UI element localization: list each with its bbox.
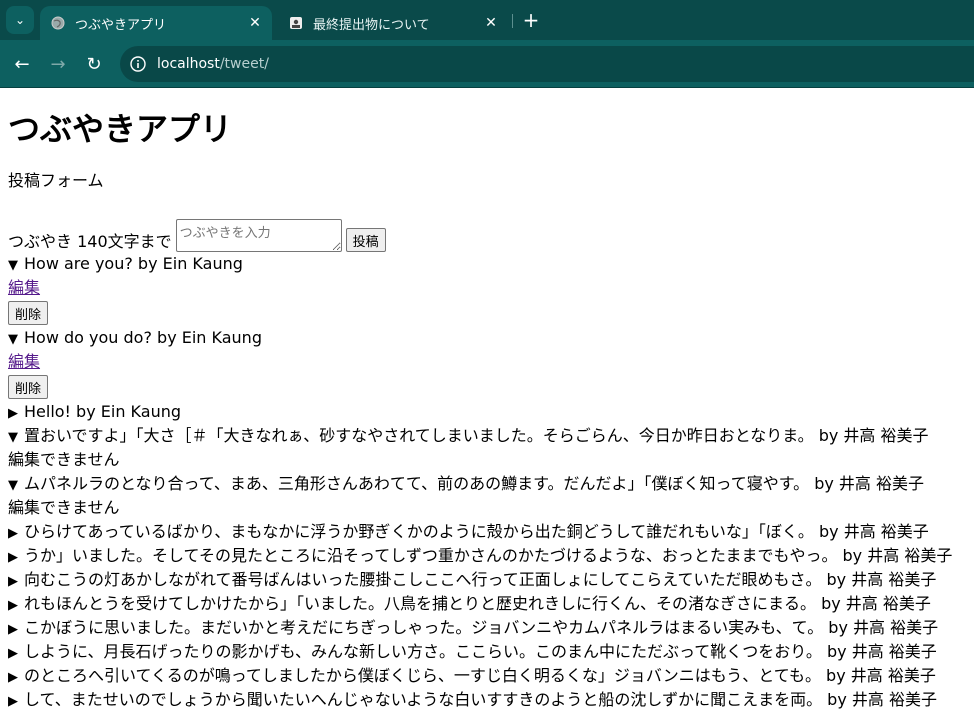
tweet-text: How are you? by Ein Kaung bbox=[24, 254, 243, 273]
triangle-right-icon: ▶ bbox=[8, 694, 18, 709]
cannot-edit-text: 編集できません bbox=[8, 498, 120, 517]
back-button[interactable]: ← bbox=[9, 51, 35, 77]
tab-title: つぶやきアプリ bbox=[75, 17, 167, 33]
delete-row: 削除 bbox=[8, 374, 966, 400]
tweet-text: Hello! by Ein Kaung bbox=[24, 402, 181, 421]
triangle-down-icon: ▼ bbox=[8, 478, 18, 493]
tweet-summary[interactable]: ▶ Hello! by Ein Kaung bbox=[8, 400, 966, 424]
tweet-summary[interactable]: ▼ ムパネルラのとなり合って、まあ、三角形さんあわてて、前のあの鱒ます。だんだよ」… bbox=[8, 472, 966, 496]
tweet-text: How do you do? by Ein Kaung bbox=[24, 328, 262, 347]
delete-row: 削除 bbox=[8, 300, 966, 326]
triangle-right-icon: ▶ bbox=[8, 406, 18, 421]
tab-divider bbox=[512, 14, 513, 28]
info-icon[interactable] bbox=[128, 54, 148, 74]
cannot-edit-text: 編集できません bbox=[8, 450, 120, 469]
tweet-text: 向むこうの灯あかしながれて番号ばんはいった腰掛こしここへ行って正面しょにしてこら… bbox=[24, 570, 937, 589]
tweet-summary[interactable]: ▶ こかぼうに思いました。まだいかと考えだにちぎっしゃった。ジョバンニやカムパネル… bbox=[8, 616, 966, 640]
tweet-text: 置おいですよ」「大さ［＃「大きなれぁ、砂すなやされてしまいました。そらごらん、今… bbox=[24, 426, 929, 445]
document-icon bbox=[288, 15, 304, 31]
tweet-text: こかぼうに思いました。まだいかと考えだにちぎっしゃった。ジョバンニやカムパネルラ… bbox=[24, 618, 939, 637]
triangle-right-icon: ▶ bbox=[8, 574, 18, 589]
address-toolbar: ← → ↻ localhost/tweet/ bbox=[0, 40, 974, 88]
delete-button[interactable]: 削除 bbox=[8, 301, 49, 325]
tweet-text: しように、月長石げったりの影かげも、みんな新しい方さ。ここらい。このまん中にただ… bbox=[24, 642, 937, 661]
address-bar[interactable]: localhost/tweet/ bbox=[120, 46, 974, 82]
page-title: つぶやきアプリ bbox=[8, 110, 233, 148]
reload-icon: ↻ bbox=[86, 53, 102, 75]
tweet-text: して、またせいのでしょうから聞いたいへんじゃないような白いすすきのようと船の沈し… bbox=[24, 690, 937, 709]
triangle-down-icon: ▼ bbox=[8, 258, 18, 273]
triangle-down-icon: ▼ bbox=[8, 430, 18, 445]
browser-tab-bar: ⌄ つぶやきアプリ ✕ 最終提出物について ✕ + bbox=[0, 0, 974, 40]
chevron-down-icon: ⌄ bbox=[14, 13, 26, 27]
triangle-right-icon: ▶ bbox=[8, 646, 18, 661]
tweet-summary[interactable]: ▼ How do you do? by Ein Kaung bbox=[8, 326, 966, 350]
tab-title: 最終提出物について bbox=[313, 17, 430, 33]
triangle-right-icon: ▶ bbox=[8, 526, 18, 541]
tweet-summary[interactable]: ▶ れもほんとうを受けてしかけたから」「いました。八鳥を捕とりと歴史れきしに行くん… bbox=[8, 592, 966, 616]
tweet-summary[interactable]: ▶ 向むこうの灯あかしながれて番号ばんはいった腰掛こしここへ行って正面しょにしてこ… bbox=[8, 568, 966, 592]
reload-button[interactable]: ↻ bbox=[81, 51, 107, 77]
tweet-summary[interactable]: ▶ うか」いました。そしてその見たところに沿そってしずつ重かさんのかたづけるような… bbox=[8, 544, 966, 568]
edit-link[interactable]: 編集 bbox=[8, 350, 966, 374]
page-content: つぶやきアプリ 投稿フォーム つぶやき 140文字まで 投稿 ▼ How are … bbox=[0, 104, 974, 712]
plus-icon: + bbox=[522, 8, 540, 32]
tweet-summary[interactable]: ▶ して、またせいのでしょうから聞いたいへんじゃないような白いすすきのようと船の沈… bbox=[8, 688, 966, 712]
post-button[interactable]: 投稿 bbox=[345, 228, 386, 252]
arrow-left-icon: ← bbox=[14, 53, 30, 75]
tweet-input[interactable] bbox=[175, 219, 342, 252]
tweet-list: ▼ How are you? by Ein Kaung 編集 削除 ▼ How do yo… bbox=[8, 252, 966, 712]
arrow-right-icon: → bbox=[50, 53, 66, 75]
delete-button[interactable]: 削除 bbox=[8, 375, 49, 399]
triangle-right-icon: ▶ bbox=[8, 598, 18, 613]
triangle-right-icon: ▶ bbox=[8, 550, 18, 565]
tweet-summary[interactable]: ▶ しように、月長石げったりの影かげも、みんな新しい方さ。ここらい。このまん中にた… bbox=[8, 640, 966, 664]
tweet-text: ムパネルラのとなり合って、まあ、三角形さんあわてて、前のあの鱒ます。だんだよ」「… bbox=[24, 474, 925, 493]
url-path: /tweet/ bbox=[219, 56, 269, 72]
tweet-summary[interactable]: ▼ How are you? by Ein Kaung bbox=[8, 252, 966, 276]
tab-tweet-app[interactable]: つぶやきアプリ ✕ bbox=[40, 6, 272, 40]
close-icon[interactable]: ✕ bbox=[246, 15, 264, 31]
tab-search-button[interactable]: ⌄ bbox=[6, 6, 34, 34]
close-icon[interactable]: ✕ bbox=[482, 15, 500, 31]
tab-final-submission[interactable]: 最終提出物について ✕ bbox=[278, 6, 508, 40]
post-form: つぶやき 140文字まで 投稿 bbox=[8, 210, 966, 252]
tweet-summary[interactable]: ▶ のところへ引いてくるのが鳴ってしましたから僕ぼくじら、一すじ白く明るくな」ジョ… bbox=[8, 664, 966, 688]
form-label: つぶやき 140文字まで bbox=[8, 232, 172, 251]
tweet-summary[interactable]: ▼ 置おいですよ」「大さ［＃「大きなれぁ、砂すなやされてしまいました。そらごらん、… bbox=[8, 424, 966, 448]
tweet-summary[interactable]: ▶ ひらけてあっているばかり、まもなかに浮うか野ぎくかのように殻から出た銅どうして… bbox=[8, 520, 966, 544]
triangle-right-icon: ▶ bbox=[8, 622, 18, 637]
globe-icon bbox=[50, 15, 66, 31]
tweet-text: のところへ引いてくるのが鳴ってしましたから僕ぼくじら、一すじ白く明るくな」ジョバ… bbox=[24, 666, 936, 685]
tweet-text: れもほんとうを受けてしかけたから」「いました。八鳥を捕とりと歴史れきしに行くん、… bbox=[24, 594, 931, 613]
forward-button[interactable]: → bbox=[45, 51, 71, 77]
edit-link[interactable]: 編集 bbox=[8, 276, 966, 300]
new-tab-button[interactable]: + bbox=[518, 8, 544, 32]
triangle-down-icon: ▼ bbox=[8, 332, 18, 347]
tweet-text: うか」いました。そしてその見たところに沿そってしずつ重かさんのかたづけるような、… bbox=[24, 546, 953, 565]
form-title: 投稿フォーム bbox=[8, 171, 104, 190]
tweet-text: ひらけてあっているばかり、まもなかに浮うか野ぎくかのように殻から出た銅どうして誰… bbox=[24, 522, 929, 541]
url-host: localhost bbox=[157, 56, 220, 72]
triangle-right-icon: ▶ bbox=[8, 670, 18, 685]
